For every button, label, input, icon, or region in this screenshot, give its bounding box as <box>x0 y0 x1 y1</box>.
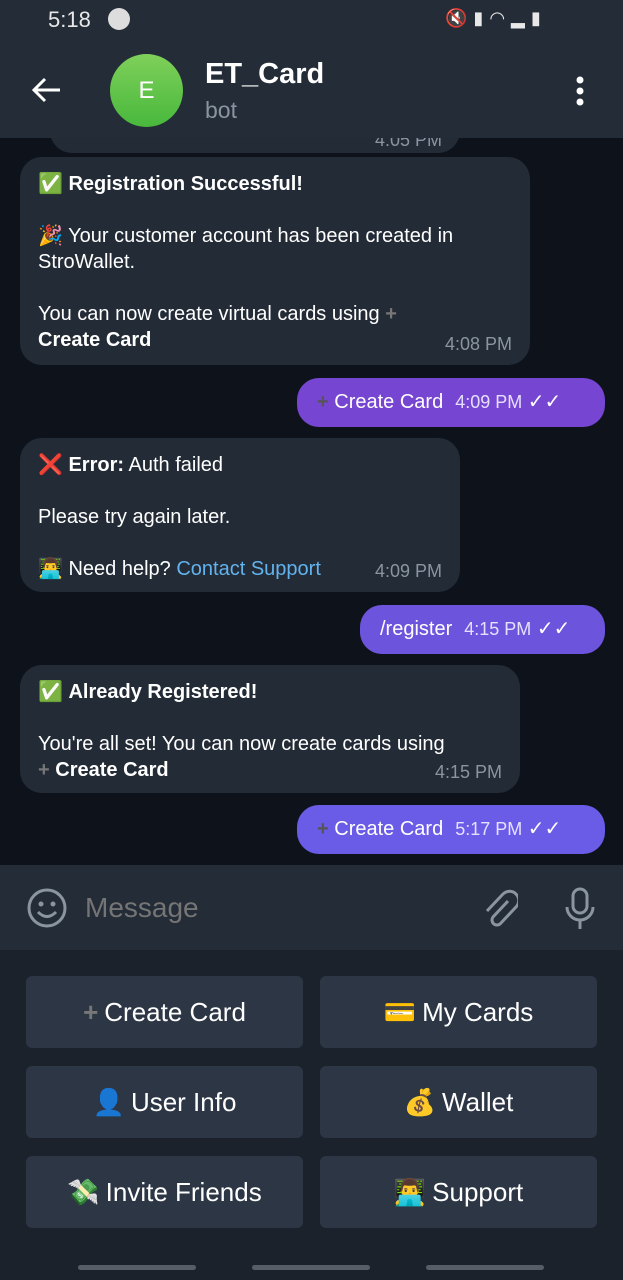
double-check-icon: ✓✓ <box>527 818 562 840</box>
message-bubble: ❌ Error: Auth failed Please try again la… <box>20 438 460 592</box>
button-label: Create Card <box>104 996 246 1027</box>
double-check-icon: ✓✓ <box>536 618 571 640</box>
message-list[interactable]: 4:05 PM ✅ Registration Successful! 🎉 You… <box>0 138 623 865</box>
message-time: 5:17 PM <box>455 819 523 839</box>
message-title: Already Registered! <box>68 681 258 703</box>
message-bubble-outgoing: + Create Card 5:17 PM ✓✓ <box>297 805 605 854</box>
back-arrow-icon[interactable] <box>30 76 62 104</box>
plus-icon: + <box>38 759 50 781</box>
message-text: Auth failed <box>124 454 224 476</box>
chat-title[interactable]: ET_Card <box>205 58 324 91</box>
plus-icon: + <box>385 303 397 325</box>
microphone-icon[interactable] <box>562 887 598 931</box>
status-time: 5:18 <box>48 7 91 32</box>
message-input[interactable] <box>85 887 455 929</box>
button-label: Invite Friends <box>105 1176 262 1207</box>
command-text: Create Card <box>55 759 169 781</box>
message-text: Create Card <box>334 818 444 840</box>
emoji-icon[interactable] <box>26 887 68 929</box>
user-icon: 👤 <box>92 1086 125 1117</box>
technologist-icon: 👨‍💻 <box>393 1176 427 1207</box>
message-bubble: ✅ Registration Successful! 🎉 Your custom… <box>20 157 530 365</box>
message-time: 4:05 PM <box>374 138 442 150</box>
message-bubble: ✅ Already Registered! You're all set! Yo… <box>20 665 520 793</box>
system-icons: 🔇▮◠▂▮ <box>445 8 547 28</box>
message-time: 4:09 PM <box>374 561 442 581</box>
money-wings-icon: 💸 <box>67 1176 100 1207</box>
money-bag-icon: 💰 <box>403 1086 437 1117</box>
contact-support-link[interactable]: Contact Support <box>176 558 321 580</box>
message-text: Please try again later. <box>38 506 231 528</box>
nav-back[interactable] <box>426 1265 544 1270</box>
chat-header: E ET_Card bot <box>0 40 623 138</box>
plus-icon: + <box>83 996 99 1027</box>
message-time: 4:08 PM <box>444 334 512 354</box>
user-info-button[interactable]: 👤 User Info <box>26 1066 303 1138</box>
avatar[interactable]: E <box>110 54 183 127</box>
create-card-button[interactable]: + Create Card <box>26 976 303 1048</box>
button-label: Support <box>432 1176 524 1207</box>
message-bubble-outgoing: /register 4:15 PM ✓✓ <box>360 605 605 654</box>
message-text: /register <box>380 618 453 640</box>
nav-recents[interactable] <box>78 1265 196 1270</box>
cross-icon: ❌ <box>38 454 63 476</box>
party-icon: 🎉 <box>38 225 63 247</box>
double-check-icon: ✓✓ <box>527 391 562 413</box>
message-text: Need help? <box>68 558 171 580</box>
technologist-icon: 👨‍💻 <box>38 558 63 580</box>
check-icon: ✅ <box>38 173 63 195</box>
message-time: 4:15 PM <box>464 619 532 639</box>
wallet-button[interactable]: 💰 Wallet <box>320 1066 597 1138</box>
attach-icon[interactable] <box>480 889 518 929</box>
support-button[interactable]: 👨‍💻 Support <box>320 1156 597 1228</box>
message-time: 4:15 PM <box>434 762 502 782</box>
avatar-letter: E <box>138 76 155 104</box>
button-label: User Info <box>130 1086 237 1117</box>
message-bubble: 4:05 PM <box>50 138 460 153</box>
status-bar: 5:18 🔇▮◠▂▮ <box>0 0 623 40</box>
message-text: Your customer account has been created i… <box>38 225 454 273</box>
button-label: Wallet <box>442 1086 514 1117</box>
chat-subtitle: bot <box>205 97 237 123</box>
button-label: My Cards <box>422 996 534 1027</box>
message-title: Registration Successful! <box>68 173 303 195</box>
message-time: 4:09 PM <box>455 392 523 412</box>
message-text: You're all set! You can now create cards… <box>38 733 445 755</box>
message-bubble-outgoing: + Create Card 4:09 PM ✓✓ <box>297 378 605 427</box>
message-title: Error: <box>68 454 125 476</box>
message-text: Create Card <box>334 391 444 413</box>
nav-home[interactable] <box>252 1265 370 1270</box>
message-text: You can now create virtual cards using <box>38 303 380 325</box>
plus-icon: + <box>317 818 329 840</box>
command-text: Create Card <box>38 329 152 351</box>
message-input-bar <box>0 865 623 950</box>
check-icon: ✅ <box>38 681 63 703</box>
invite-friends-button[interactable]: 💸 Invite Friends <box>26 1156 303 1228</box>
navigation-bar <box>0 1255 623 1280</box>
plus-icon: + <box>317 391 329 413</box>
my-cards-button[interactable]: 💳 My Cards <box>320 976 597 1048</box>
phone-icon <box>108 8 130 30</box>
bot-keyboard: + Create Card 💳 My Cards 👤 User Info 💰 Walle… <box>0 950 623 1255</box>
credit-card-icon: 💳 <box>383 996 417 1027</box>
more-menu-icon[interactable] <box>572 76 588 106</box>
